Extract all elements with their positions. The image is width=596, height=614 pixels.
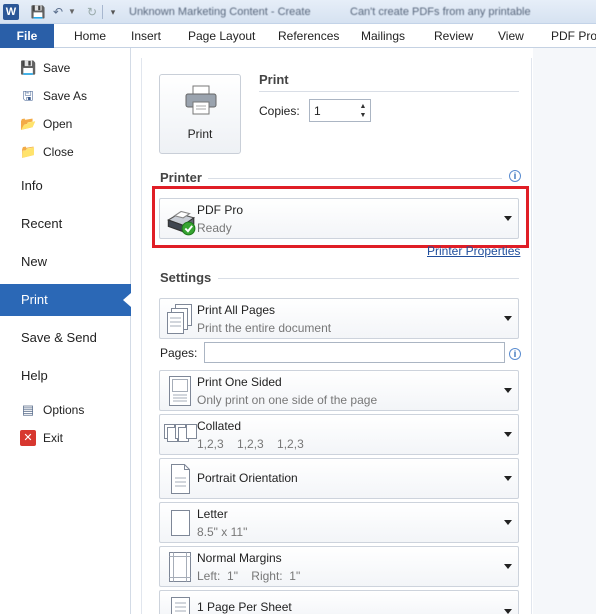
copies-value[interactable]: 1 (314, 104, 321, 118)
nav-open-label: Open (43, 117, 73, 131)
pages-per-sheet-icon (171, 597, 190, 614)
orientation-label: Portrait Orientation (197, 471, 298, 485)
sides-dropdown[interactable]: Print One Sided Only print on one side o… (159, 370, 519, 411)
settings-heading: Settings (160, 270, 212, 285)
one-sided-icon (169, 376, 191, 406)
exit-icon: ✕ (20, 430, 36, 446)
pages-input[interactable] (204, 342, 505, 363)
letter-icon (171, 510, 190, 536)
sides-label: Print One Sided (197, 375, 282, 389)
pages-icon (167, 304, 192, 334)
print-heading-rule (259, 91, 519, 92)
spin-up-icon[interactable]: ▲ (358, 102, 368, 111)
nav-print-label: Print (21, 292, 48, 307)
settings-heading-rule (218, 278, 519, 279)
nav-options-label: Options (43, 403, 85, 417)
chevron-down-icon (504, 609, 512, 614)
undo-icon[interactable]: ↶ (50, 4, 66, 20)
word-app-icon[interactable]: W (3, 4, 19, 20)
save-as-icon: 🖫 (22, 88, 34, 103)
collated-icon (164, 424, 197, 442)
title-bar: W 💾 ↶ ▼ ↻ ▾ Unknown Marketing Content - … (0, 0, 596, 24)
paper-size-description: 8.5" x 11" (197, 525, 248, 539)
printer-heading-rule (208, 178, 502, 179)
collation-label: Collated (197, 419, 242, 433)
pages-per-sheet-dropdown[interactable]: 1 Page Per Sheet (159, 590, 519, 614)
options-icon: ▤ (21, 402, 35, 417)
chevron-down-icon (504, 387, 512, 393)
orientation-dropdown[interactable]: Portrait Orientation (159, 458, 519, 499)
backstage-nav: 💾 Save 🖫 Save As 📂 Open 📁 Close Info Rec… (0, 48, 131, 614)
copies-label: Copies: (259, 104, 300, 118)
preview-pane-edge (533, 48, 596, 614)
chevron-down-icon (504, 563, 512, 569)
save-icon[interactable]: 💾 (30, 4, 46, 20)
close-folder-icon: 📁 (20, 144, 37, 159)
selected-arrow-icon (123, 293, 131, 307)
pages-label: Pages: (160, 346, 198, 360)
nav-save-as-label: Save As (43, 89, 88, 103)
margins-icon (169, 552, 191, 582)
window-title: Unknown Marketing Content - Create (129, 6, 311, 18)
window-title-secondary: Can't create PDFs from any printable (350, 6, 531, 18)
printer-heading: Printer (160, 170, 202, 185)
print-heading: Print (259, 72, 289, 87)
print-range-label: Print All Pages (197, 303, 276, 317)
portrait-icon (171, 464, 190, 494)
pages-info-icon[interactable]: i (509, 348, 521, 360)
open-folder-icon: 📂 (20, 116, 37, 131)
nav-print[interactable]: Print (0, 284, 131, 316)
paper-size-label: Letter (197, 507, 228, 521)
copies-stepper[interactable]: 1 ▲ ▼ (309, 99, 371, 122)
nav-new[interactable]: New (0, 246, 131, 278)
print-range-description: Print the entire document (197, 321, 332, 335)
pages-per-sheet-label: 1 Page Per Sheet (197, 600, 292, 614)
nav-close-label: Close (43, 145, 74, 159)
customize-quick-access-icon[interactable]: ▾ (108, 4, 118, 20)
tab-home[interactable]: Home (74, 24, 106, 48)
print-button-label: Print (187, 127, 213, 141)
tab-review[interactable]: Review (434, 24, 473, 48)
printer-icon (185, 85, 217, 115)
tab-file[interactable]: File (0, 24, 54, 48)
nav-help[interactable]: Help (0, 360, 131, 392)
nav-recent[interactable]: Recent (0, 208, 131, 240)
nav-save-label: Save (43, 61, 71, 75)
tab-view[interactable]: View (498, 24, 524, 48)
nav-info[interactable]: Info (0, 170, 131, 202)
save-icon: 💾 (20, 60, 37, 75)
chevron-down-icon (504, 519, 512, 525)
tab-insert[interactable]: Insert (131, 24, 161, 48)
chevron-down-icon (504, 315, 512, 321)
print-range-dropdown[interactable]: Print All Pages Print the entire documen… (159, 298, 519, 339)
quick-access-separator (102, 5, 103, 19)
margins-dropdown[interactable]: Normal Margins Left: 1" Right: 1" (159, 546, 519, 587)
sides-description: Only print on one side of the page (197, 393, 378, 407)
printer-highlight-box (152, 186, 529, 248)
spin-down-icon[interactable]: ▼ (358, 111, 368, 120)
undo-dropdown-icon[interactable]: ▼ (68, 4, 76, 20)
collation-dropdown[interactable]: Collated 1,2,3 1,2,3 1,2,3 (159, 414, 519, 455)
chevron-down-icon (504, 475, 512, 481)
tab-mailings[interactable]: Mailings (361, 24, 405, 48)
chevron-down-icon (504, 431, 512, 437)
tab-references[interactable]: References (278, 24, 339, 48)
collation-description: 1,2,3 1,2,3 1,2,3 (197, 437, 304, 451)
print-button[interactable]: Print (159, 74, 241, 154)
tab-page-layout[interactable]: Page Layout (188, 24, 255, 48)
nav-exit-label: Exit (43, 431, 64, 445)
nav-save-send[interactable]: Save & Send (0, 322, 131, 354)
printer-info-icon[interactable]: i (509, 170, 521, 182)
paper-size-dropdown[interactable]: Letter 8.5" x 11" (159, 502, 519, 543)
ribbon-tabs: File Home Insert Page Layout References … (0, 24, 596, 48)
margins-description: Left: 1" Right: 1" (197, 569, 301, 583)
printer-properties-link[interactable]: Printer Properties (427, 244, 520, 258)
redo-icon[interactable]: ↻ (84, 4, 100, 20)
tab-pdf-pro[interactable]: PDF Pro 1 (551, 24, 596, 48)
margins-label: Normal Margins (197, 551, 282, 565)
